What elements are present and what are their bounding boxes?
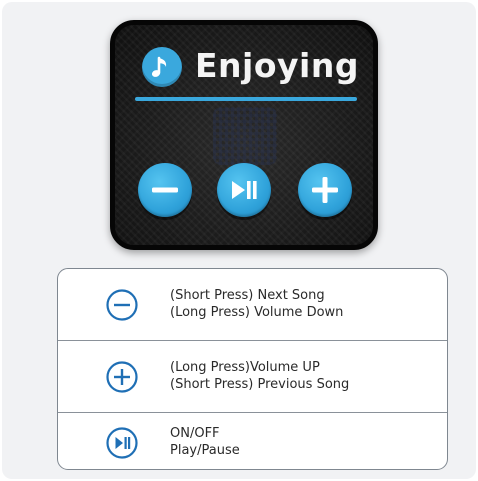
legend-line: (Short Press) Next Song bbox=[170, 288, 325, 303]
patch-title: Enjoying bbox=[195, 46, 359, 85]
minus-circle-icon bbox=[105, 288, 139, 322]
legend-text-play-pause: ON/OFF Play/Pause bbox=[170, 425, 240, 459]
legend-row-minus: (Short Press) Next Song (Long Press) Vol… bbox=[58, 269, 447, 341]
music-note-icon bbox=[142, 47, 182, 87]
legend-row-play-pause: ON/OFF Play/Pause bbox=[58, 413, 447, 469]
legend-text-plus: (Long Press)Volume UP (Short Press) Prev… bbox=[170, 359, 349, 393]
accent-line bbox=[135, 97, 357, 101]
legend-text-minus: (Short Press) Next Song (Long Press) Vol… bbox=[170, 287, 343, 321]
legend-line: ON/OFF bbox=[170, 426, 220, 441]
legend-line: (Short Press) Previous Song bbox=[170, 377, 350, 392]
plus-icon bbox=[312, 177, 338, 203]
play-pause-circle-icon bbox=[105, 426, 139, 460]
legend-line: Play/Pause bbox=[170, 443, 240, 458]
legend-line: (Long Press) Volume Down bbox=[170, 305, 344, 320]
button-legend: (Short Press) Next Song (Long Press) Vol… bbox=[57, 268, 448, 470]
minus-button[interactable] bbox=[138, 163, 192, 217]
legend-row-plus: (Long Press)Volume UP (Short Press) Prev… bbox=[58, 341, 447, 413]
speaker-grille bbox=[213, 107, 277, 165]
play-pause-button[interactable] bbox=[217, 163, 271, 217]
minus-icon bbox=[152, 187, 178, 193]
plus-button[interactable] bbox=[298, 163, 352, 217]
play-pause-icon bbox=[232, 181, 257, 199]
plus-circle-icon bbox=[105, 360, 139, 394]
legend-line: (Long Press)Volume UP bbox=[170, 360, 320, 375]
music-patch: Enjoying bbox=[110, 20, 378, 250]
